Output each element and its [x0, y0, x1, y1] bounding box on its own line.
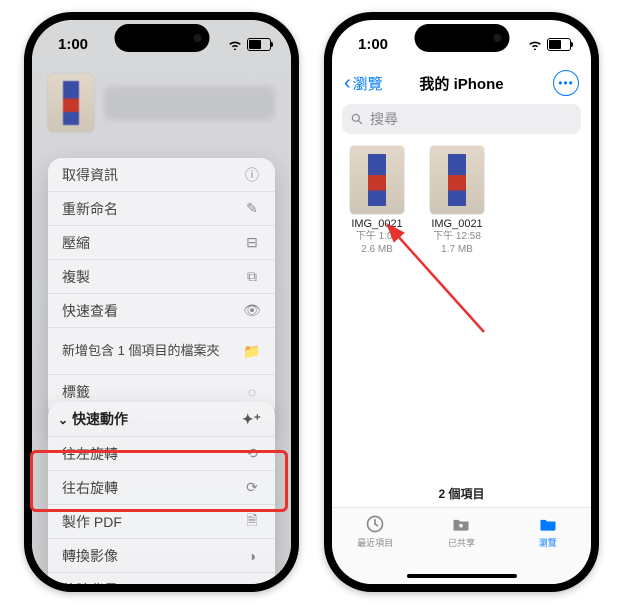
folder-icon: [537, 514, 559, 534]
chevron-down-icon: ⌄: [58, 413, 68, 427]
menu-item-convert-image[interactable]: 轉換影像 ◑: [48, 539, 275, 573]
annotation-arrow: [384, 222, 494, 342]
tab-recents[interactable]: 最近項目: [340, 514, 410, 549]
menu-label: 複製: [62, 267, 90, 287]
tab-bar: 最近項目 已共享 瀏覽: [332, 507, 591, 584]
wifi-icon: [227, 39, 243, 50]
archive-icon: ⊟: [243, 234, 261, 251]
battery-icon: [547, 38, 571, 51]
phone-frame-left: 1:00 取得資訊 ⓘ 重新命名 ✎ 壓縮 ⊟: [24, 12, 299, 592]
status-indicators: [527, 38, 571, 51]
status-time: 1:00: [358, 36, 388, 53]
tab-browse[interactable]: 瀏覽: [513, 514, 583, 549]
eye-icon: 👁: [243, 302, 261, 319]
menu-label: 移除背景: [62, 580, 118, 585]
duplicate-icon: ⧉: [243, 268, 261, 285]
clock-icon: [364, 514, 386, 534]
menu-label: 取得資訊: [62, 165, 118, 185]
status-indicators: [227, 38, 271, 51]
menu-label: 重新命名: [62, 199, 118, 219]
menu-label: 新增包含 1 個項目的檔案夾: [62, 343, 219, 359]
menu-label: 壓縮: [62, 233, 90, 253]
more-options-button[interactable]: •••: [553, 70, 579, 96]
back-button[interactable]: ‹ 瀏覽: [344, 72, 383, 95]
tab-label: 瀏覽: [539, 536, 557, 549]
search-icon: [350, 112, 364, 126]
home-indicator[interactable]: [407, 574, 517, 578]
status-time: 1:00: [58, 36, 88, 53]
file-preview-header: [48, 68, 275, 138]
remove-bg-icon: ▨: [243, 581, 261, 584]
sparkle-icon: ✦⁺: [242, 411, 261, 428]
menu-item-rename[interactable]: 重新命名 ✎: [48, 192, 275, 226]
menu-item-new-folder[interactable]: 新增包含 1 個項目的檔案夾 📁: [48, 328, 275, 375]
pencil-icon: ✎: [243, 200, 261, 217]
tab-label: 最近項目: [357, 536, 393, 549]
tag-icon: ◌: [243, 384, 261, 400]
menu-label: 轉換影像: [62, 546, 118, 566]
tab-shared[interactable]: 已共享: [426, 514, 496, 549]
menu-item-compress[interactable]: 壓縮 ⊟: [48, 226, 275, 260]
folder-icon: 📁: [243, 343, 261, 360]
file-thumbnail: [350, 146, 404, 214]
battery-icon: [247, 38, 271, 51]
header-label: 快速動作: [72, 411, 128, 427]
document-icon: 🗎: [243, 510, 261, 534]
search-input[interactable]: 搜尋: [342, 104, 581, 134]
phone-frame-right: 1:00 ‹ 瀏覽 我的 iPhone ••• 搜尋 IMG_0021: [324, 12, 599, 592]
footer-item-count: 2 個項目: [332, 485, 591, 502]
menu-item-remove-background[interactable]: 移除背景 ▨: [48, 573, 275, 584]
search-placeholder: 搜尋: [370, 109, 398, 129]
tab-label: 已共享: [448, 536, 475, 549]
dynamic-island: [114, 24, 209, 52]
back-label: 瀏覽: [353, 73, 383, 94]
ellipsis-icon: •••: [558, 76, 574, 90]
quick-actions-header[interactable]: ⌄ 快速動作 ✦⁺: [48, 402, 275, 437]
menu-item-quick-look[interactable]: 快速查看 👁: [48, 294, 275, 328]
menu-label: 標籤: [62, 382, 90, 402]
shared-folder-icon: [450, 514, 472, 534]
info-icon: ⓘ: [243, 165, 261, 185]
nav-bar: ‹ 瀏覽 我的 iPhone •••: [332, 66, 591, 100]
context-menu-main: 取得資訊 ⓘ 重新命名 ✎ 壓縮 ⊟ 複製 ⧉ 快速查看 👁 新增包含 1 個項…: [48, 158, 275, 421]
menu-item-get-info[interactable]: 取得資訊 ⓘ: [48, 158, 275, 192]
convert-icon: ◑: [243, 548, 261, 564]
menu-item-duplicate[interactable]: 複製 ⧉: [48, 260, 275, 294]
menu-label: 快速查看: [62, 301, 118, 321]
annotation-highlight-box: [30, 450, 288, 512]
chevron-left-icon: ‹: [344, 72, 351, 95]
wifi-icon: [527, 39, 543, 50]
dynamic-island: [414, 24, 509, 52]
menu-label: 製作 PDF: [62, 512, 122, 532]
file-thumbnail[interactable]: [48, 74, 94, 132]
blurred-filename: [104, 86, 275, 120]
file-thumbnail: [430, 146, 484, 214]
